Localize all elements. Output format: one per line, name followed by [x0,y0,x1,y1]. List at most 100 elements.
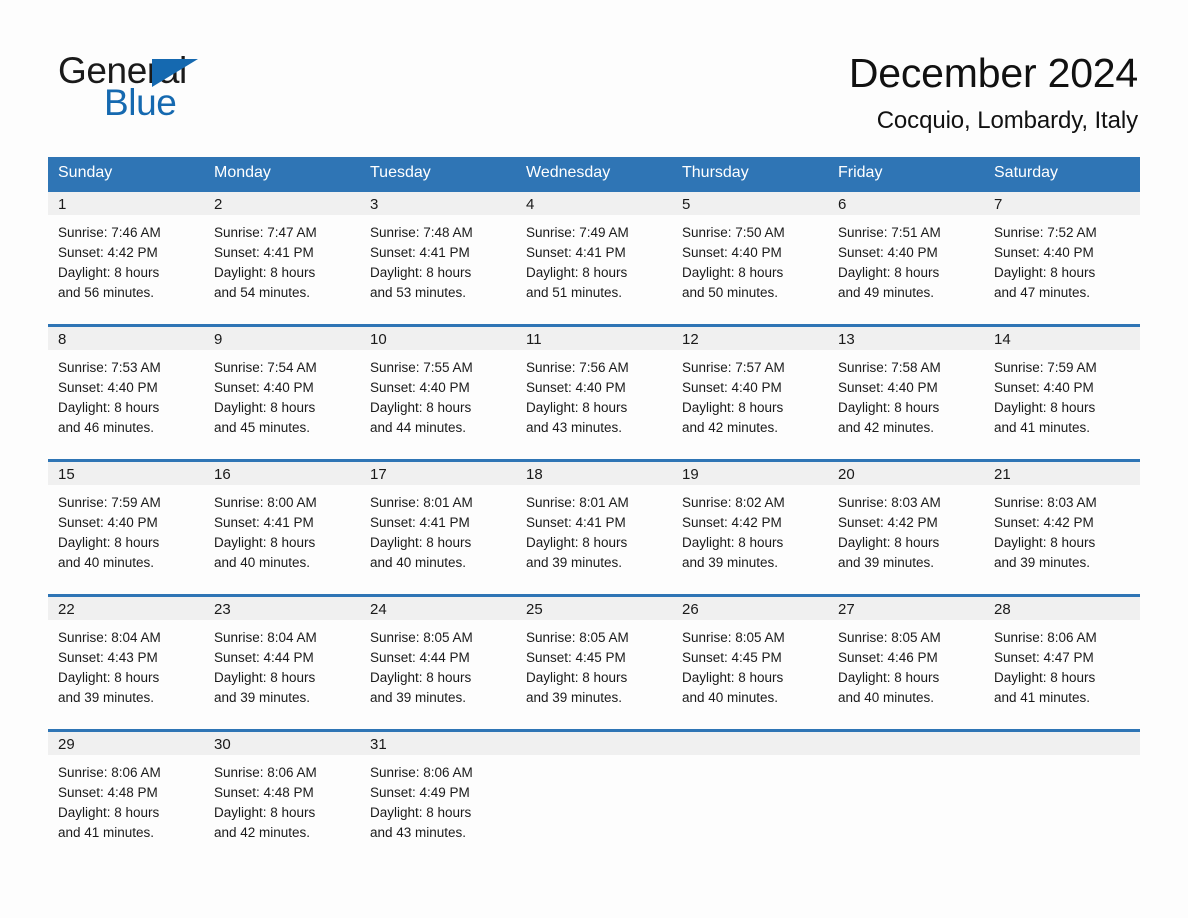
calendar-day-cell[interactable]: 11 Sunrise: 7:56 AM Sunset: 4:40 PM Dayligh… [516,324,672,459]
daylight-text-line1: Daylight: 8 hours [526,265,628,280]
calendar-day-cell[interactable]: 1 Sunrise: 7:46 AM Sunset: 4:42 PM Daylight… [48,189,204,324]
calendar-week-row: 29 Sunrise: 8:06 AM Sunset: 4:48 PM Dayligh… [48,729,1140,864]
calendar-day-cell[interactable]: 22 Sunrise: 8:04 AM Sunset: 4:43 PM Dayligh… [48,594,204,729]
calendar-day-cell[interactable]: 19 Sunrise: 8:02 AM Sunset: 4:42 PM Dayligh… [672,459,828,594]
daylight-text-line2: and 39 minutes. [838,555,935,570]
calendar-day-cell[interactable]: 18 Sunrise: 8:01 AM Sunset: 4:41 PM Dayligh… [516,459,672,594]
day-number: 29 [48,732,204,755]
sunrise-text: Sunrise: 8:06 AM [370,765,473,780]
calendar-week-row: 8 Sunrise: 7:53 AM Sunset: 4:40 PM Daylight… [48,324,1140,459]
daylight-text-line1: Daylight: 8 hours [682,265,784,280]
day-cell-inner: 17 Sunrise: 8:01 AM Sunset: 4:41 PM Dayligh… [360,459,516,594]
calendar-day-cell[interactable]: 16 Sunrise: 8:00 AM Sunset: 4:41 PM Dayligh… [204,459,360,594]
calendar-day-cell[interactable] [672,729,828,864]
calendar-day-cell[interactable]: 31 Sunrise: 8:06 AM Sunset: 4:49 PM Dayligh… [360,729,516,864]
calendar-day-cell[interactable]: 21 Sunrise: 8:03 AM Sunset: 4:42 PM Dayligh… [984,459,1140,594]
sunset-text: Sunset: 4:40 PM [214,380,314,395]
day-details: Sunrise: 7:55 AM Sunset: 4:40 PM Daylight:… [360,350,516,438]
day-details: Sunrise: 8:06 AM Sunset: 4:48 PM Daylight:… [48,755,204,843]
day-number: 9 [204,327,360,350]
calendar-day-cell[interactable]: 4 Sunrise: 7:49 AM Sunset: 4:41 PM Daylight… [516,189,672,324]
calendar-day-cell[interactable]: 29 Sunrise: 8:06 AM Sunset: 4:48 PM Dayligh… [48,729,204,864]
sunset-text: Sunset: 4:48 PM [58,785,158,800]
calendar-day-cell[interactable]: 2 Sunrise: 7:47 AM Sunset: 4:41 PM Daylight… [204,189,360,324]
calendar-day-cell[interactable]: 27 Sunrise: 8:05 AM Sunset: 4:46 PM Dayligh… [828,594,984,729]
daylight-text-line1: Daylight: 8 hours [214,670,316,685]
calendar-day-cell[interactable]: 26 Sunrise: 8:05 AM Sunset: 4:45 PM Dayligh… [672,594,828,729]
daylight-text-line1: Daylight: 8 hours [370,535,472,550]
day-number: 13 [828,327,984,350]
calendar-day-cell[interactable]: 14 Sunrise: 7:59 AM Sunset: 4:40 PM Dayligh… [984,324,1140,459]
day-cell-inner: 14 Sunrise: 7:59 AM Sunset: 4:40 PM Dayligh… [984,324,1140,459]
daylight-text-line1: Daylight: 8 hours [214,400,316,415]
calendar-day-cell[interactable]: 5 Sunrise: 7:50 AM Sunset: 4:40 PM Daylight… [672,189,828,324]
day-details: Sunrise: 8:01 AM Sunset: 4:41 PM Daylight:… [360,485,516,573]
day-details: Sunrise: 7:53 AM Sunset: 4:40 PM Daylight:… [48,350,204,438]
calendar-day-cell[interactable]: 12 Sunrise: 7:57 AM Sunset: 4:40 PM Dayligh… [672,324,828,459]
sunrise-text: Sunrise: 7:51 AM [838,225,941,240]
daylight-text-line2: and 47 minutes. [994,285,1091,300]
daylight-text-line2: and 40 minutes. [838,690,935,705]
calendar-body: 1 Sunrise: 7:46 AM Sunset: 4:42 PM Daylight… [48,189,1140,864]
calendar-day-cell[interactable]: 20 Sunrise: 8:03 AM Sunset: 4:42 PM Dayligh… [828,459,984,594]
calendar-week-row: 22 Sunrise: 8:04 AM Sunset: 4:43 PM Dayligh… [48,594,1140,729]
sunset-text: Sunset: 4:42 PM [682,515,782,530]
sunrise-text: Sunrise: 7:49 AM [526,225,629,240]
sunset-text: Sunset: 4:40 PM [994,380,1094,395]
day-details: Sunrise: 8:05 AM Sunset: 4:45 PM Daylight:… [672,620,828,708]
day-details: Sunrise: 8:05 AM Sunset: 4:45 PM Daylight:… [516,620,672,708]
day-number: 12 [672,327,828,350]
day-number: 7 [984,192,1140,215]
day-cell-inner: 13 Sunrise: 7:58 AM Sunset: 4:40 PM Dayligh… [828,324,984,459]
daylight-text-line1: Daylight: 8 hours [526,535,628,550]
calendar-day-cell[interactable]: 15 Sunrise: 7:59 AM Sunset: 4:40 PM Dayligh… [48,459,204,594]
day-cell-inner: 31 Sunrise: 8:06 AM Sunset: 4:49 PM Dayligh… [360,729,516,864]
calendar-day-cell[interactable]: 6 Sunrise: 7:51 AM Sunset: 4:40 PM Daylight… [828,189,984,324]
calendar-day-cell[interactable]: 3 Sunrise: 7:48 AM Sunset: 4:41 PM Daylight… [360,189,516,324]
calendar-header-row: Sunday Monday Tuesday Wednesday Thursday… [48,157,1140,189]
sunrise-text: Sunrise: 8:05 AM [370,630,473,645]
day-number [984,732,1140,755]
calendar-day-cell[interactable] [984,729,1140,864]
calendar-day-cell[interactable]: 9 Sunrise: 7:54 AM Sunset: 4:40 PM Daylight… [204,324,360,459]
calendar-day-cell[interactable]: 10 Sunrise: 7:55 AM Sunset: 4:40 PM Dayligh… [360,324,516,459]
calendar-day-cell[interactable]: 8 Sunrise: 7:53 AM Sunset: 4:40 PM Daylight… [48,324,204,459]
day-details: Sunrise: 8:03 AM Sunset: 4:42 PM Daylight:… [828,485,984,573]
daylight-text-line2: and 39 minutes. [370,690,467,705]
sunrise-text: Sunrise: 8:06 AM [58,765,161,780]
day-cell-inner: 4 Sunrise: 7:49 AM Sunset: 4:41 PM Daylight… [516,189,672,324]
general-blue-logo[interactable]: General Blue [58,50,318,130]
sunrise-text: Sunrise: 8:01 AM [526,495,629,510]
day-details: Sunrise: 7:52 AM Sunset: 4:40 PM Daylight:… [984,215,1140,303]
day-details: Sunrise: 7:47 AM Sunset: 4:41 PM Daylight:… [204,215,360,303]
sunrise-text: Sunrise: 8:04 AM [214,630,317,645]
day-cell-inner: 1 Sunrise: 7:46 AM Sunset: 4:42 PM Daylight… [48,189,204,324]
day-number: 21 [984,462,1140,485]
daylight-text-line1: Daylight: 8 hours [214,265,316,280]
calendar-day-cell[interactable]: 23 Sunrise: 8:04 AM Sunset: 4:44 PM Dayligh… [204,594,360,729]
day-details: Sunrise: 8:04 AM Sunset: 4:44 PM Daylight:… [204,620,360,708]
daylight-text-line2: and 39 minutes. [994,555,1091,570]
calendar-day-cell[interactable]: 25 Sunrise: 8:05 AM Sunset: 4:45 PM Dayligh… [516,594,672,729]
day-cell-inner: 27 Sunrise: 8:05 AM Sunset: 4:46 PM Dayligh… [828,594,984,729]
daylight-text-line1: Daylight: 8 hours [370,400,472,415]
sunset-text: Sunset: 4:47 PM [994,650,1094,665]
calendar-day-cell[interactable]: 7 Sunrise: 7:52 AM Sunset: 4:40 PM Daylight… [984,189,1140,324]
weekday-header-saturday: Saturday [984,157,1140,189]
calendar-day-cell[interactable] [828,729,984,864]
day-details: Sunrise: 7:48 AM Sunset: 4:41 PM Daylight:… [360,215,516,303]
day-number: 19 [672,462,828,485]
daylight-text-line2: and 40 minutes. [682,690,779,705]
calendar-day-cell[interactable]: 30 Sunrise: 8:06 AM Sunset: 4:48 PM Dayligh… [204,729,360,864]
calendar-day-cell[interactable]: 24 Sunrise: 8:05 AM Sunset: 4:44 PM Dayligh… [360,594,516,729]
day-cell-inner: 21 Sunrise: 8:03 AM Sunset: 4:42 PM Dayligh… [984,459,1140,594]
sunrise-text: Sunrise: 7:55 AM [370,360,473,375]
calendar-day-cell[interactable] [516,729,672,864]
day-number: 6 [828,192,984,215]
calendar-day-cell[interactable]: 17 Sunrise: 8:01 AM Sunset: 4:41 PM Dayligh… [360,459,516,594]
calendar-day-cell[interactable]: 28 Sunrise: 8:06 AM Sunset: 4:47 PM Dayligh… [984,594,1140,729]
day-number: 27 [828,597,984,620]
day-number: 4 [516,192,672,215]
calendar-day-cell[interactable]: 13 Sunrise: 7:58 AM Sunset: 4:40 PM Dayligh… [828,324,984,459]
logo-text-blue: Blue [104,82,177,123]
